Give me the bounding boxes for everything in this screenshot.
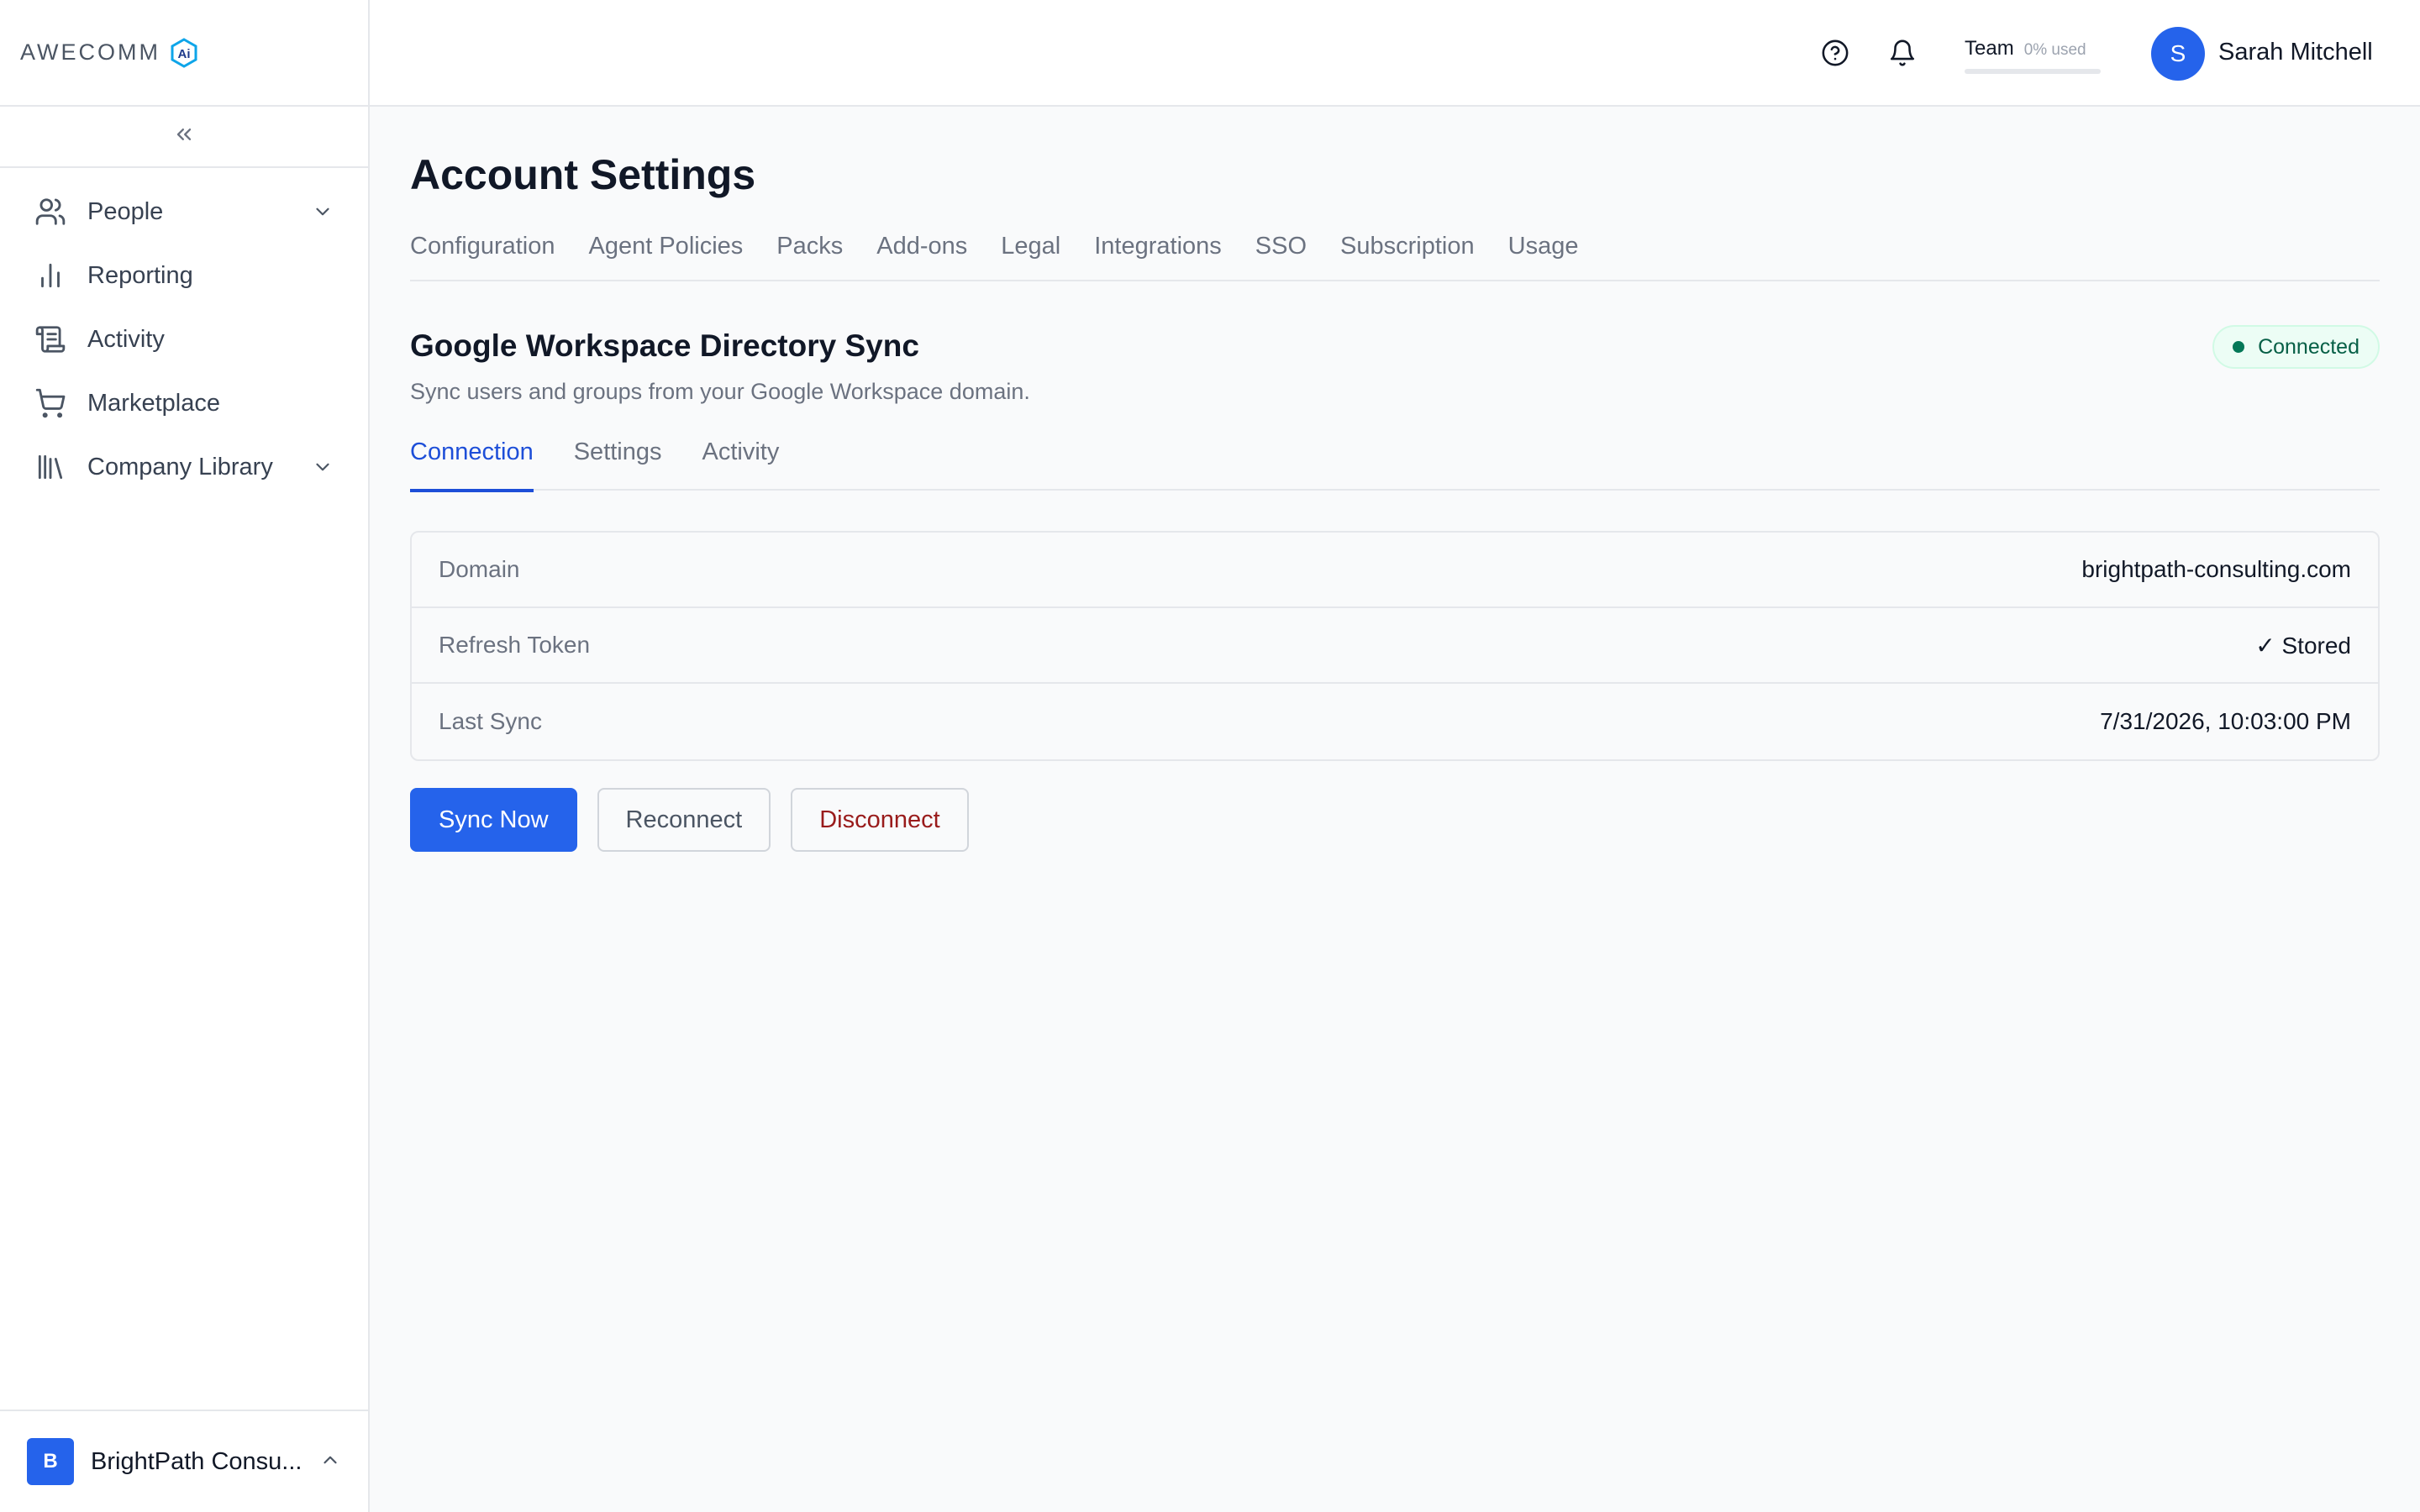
sidebar-item-activity[interactable]: Activity bbox=[0, 307, 368, 371]
ai-logo-icon: Ai bbox=[169, 37, 199, 68]
tab-integrations[interactable]: Integrations bbox=[1094, 233, 1222, 280]
detail-value: brightpath-consulting.com bbox=[2081, 556, 2351, 582]
sidebar-item-label: Marketplace bbox=[87, 389, 220, 417]
bell-icon[interactable] bbox=[1887, 38, 1918, 68]
tab-sso[interactable]: SSO bbox=[1255, 233, 1307, 280]
page-title: Account Settings bbox=[410, 151, 756, 198]
integration-tabs: Connection Settings Activity bbox=[410, 438, 2380, 492]
settings-tabs: Configuration Agent Policies Packs Add-o… bbox=[410, 233, 2380, 281]
team-usage-text: 0% used bbox=[2023, 41, 2086, 59]
logo-text: AWECOMM bbox=[20, 39, 160, 65]
detail-row-last-sync: Last Sync 7/31/2026, 10:03:00 PM bbox=[412, 684, 2378, 759]
top-header: Team 0% used S Sarah Mitchell bbox=[370, 0, 2420, 107]
cart-icon bbox=[34, 386, 67, 420]
sidebar-item-label: Reporting bbox=[87, 261, 193, 289]
sidebar-nav: People Reporting Activity Marketplace Co… bbox=[0, 168, 368, 499]
connection-actions: Sync Now Reconnect Disconnect bbox=[410, 788, 2380, 852]
tab-connection[interactable]: Connection bbox=[410, 438, 534, 492]
status-dot-icon bbox=[2233, 341, 2245, 353]
tab-configuration[interactable]: Configuration bbox=[410, 233, 555, 280]
chevron-down-icon[interactable] bbox=[311, 455, 334, 479]
tab-packs[interactable]: Packs bbox=[776, 233, 843, 280]
detail-label: Last Sync bbox=[439, 708, 542, 734]
chevron-down-icon[interactable] bbox=[311, 200, 334, 223]
users-icon bbox=[34, 195, 67, 228]
org-switcher[interactable]: B BrightPath Consu... bbox=[0, 1410, 368, 1512]
integration-title: Google Workspace Directory Sync bbox=[410, 328, 919, 363]
status-badge: Connected bbox=[2212, 325, 2380, 369]
sidebar-item-label: People bbox=[87, 197, 164, 225]
sidebar-item-people[interactable]: People bbox=[0, 180, 368, 244]
sync-now-button[interactable]: Sync Now bbox=[410, 788, 577, 852]
tab-subscription[interactable]: Subscription bbox=[1340, 233, 1475, 280]
collapse-sidebar-button[interactable] bbox=[0, 107, 368, 168]
scroll-icon bbox=[34, 323, 67, 356]
detail-label: Domain bbox=[439, 556, 520, 582]
logo[interactable]: AWECOMM Ai bbox=[0, 0, 368, 107]
sidebar-item-label: Company Library bbox=[87, 453, 273, 480]
tab-usage[interactable]: Usage bbox=[1508, 233, 1579, 280]
user-avatar[interactable]: S bbox=[2151, 27, 2205, 81]
connection-details: Domain brightpath-consulting.com Refresh… bbox=[410, 531, 2380, 761]
main-content: Account Settings Configuration Agent Pol… bbox=[410, 107, 2380, 852]
sidebar-item-company-library[interactable]: Company Library bbox=[0, 435, 368, 499]
reconnect-button[interactable]: Reconnect bbox=[597, 788, 771, 852]
integration-description: Sync users and groups from your Google W… bbox=[410, 379, 1030, 404]
tab-add-ons[interactable]: Add-ons bbox=[876, 233, 967, 280]
sidebar-item-label: Activity bbox=[87, 325, 165, 353]
chevrons-left-icon bbox=[172, 123, 196, 150]
detail-row-refresh-token: Refresh Token ✓ Stored bbox=[412, 608, 2378, 684]
tab-agent-policies[interactable]: Agent Policies bbox=[589, 233, 744, 280]
library-icon bbox=[34, 450, 67, 484]
tab-activity[interactable]: Activity bbox=[702, 438, 780, 491]
help-icon[interactable] bbox=[1820, 38, 1850, 68]
detail-row-domain: Domain brightpath-consulting.com bbox=[412, 533, 2378, 608]
sidebar: AWECOMM Ai People Reporting Activity Mar… bbox=[0, 0, 370, 1512]
bar-chart-icon bbox=[34, 259, 67, 292]
sidebar-item-marketplace[interactable]: Marketplace bbox=[0, 371, 368, 435]
svg-text:Ai: Ai bbox=[177, 47, 190, 61]
status-text: Connected bbox=[2258, 334, 2360, 359]
disconnect-button[interactable]: Disconnect bbox=[791, 788, 969, 852]
org-name: BrightPath Consu... bbox=[91, 1447, 302, 1475]
team-label: Team bbox=[1965, 37, 2014, 60]
integration-header: Google Workspace Directory Sync Sync use… bbox=[410, 325, 2380, 405]
detail-value: 7/31/2026, 10:03:00 PM bbox=[2100, 708, 2351, 734]
detail-label: Refresh Token bbox=[439, 632, 591, 658]
user-name[interactable]: Sarah Mitchell bbox=[2218, 39, 2373, 66]
detail-value: ✓ Stored bbox=[2255, 632, 2351, 659]
team-usage[interactable]: Team 0% used bbox=[1965, 37, 2101, 74]
usage-progress-bar bbox=[1965, 69, 2101, 74]
org-avatar: B bbox=[27, 1438, 74, 1485]
sidebar-item-reporting[interactable]: Reporting bbox=[0, 244, 368, 307]
tab-settings[interactable]: Settings bbox=[574, 438, 662, 491]
tab-legal[interactable]: Legal bbox=[1001, 233, 1060, 280]
chevron-up-icon bbox=[319, 1449, 341, 1475]
